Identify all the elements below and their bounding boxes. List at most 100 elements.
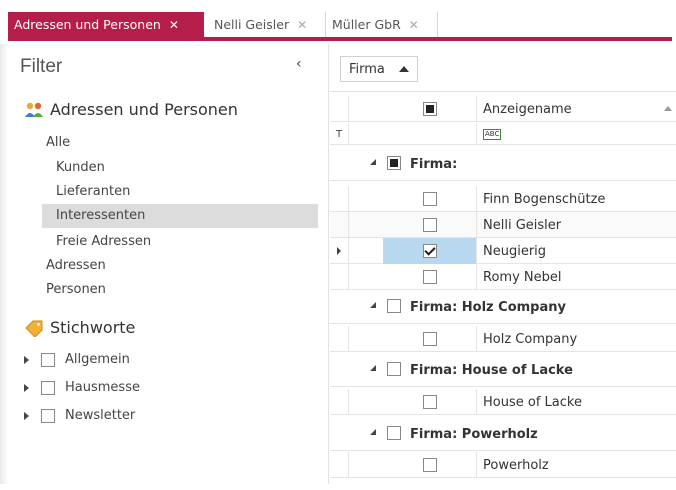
collapse-panel-icon[interactable]: ‹ bbox=[296, 56, 302, 72]
nav-item-interessenten[interactable]: Interessenten bbox=[42, 204, 318, 228]
checkbox[interactable] bbox=[41, 352, 55, 367]
row-name[interactable]: Finn Bogenschütze bbox=[477, 186, 676, 212]
row-name[interactable]: Nelli Geisler bbox=[477, 212, 676, 238]
keyword-label: Allgemein bbox=[65, 352, 130, 367]
keyword-newsletter[interactable]: Newsletter bbox=[24, 408, 135, 423]
tab-label: Müller GbR bbox=[332, 17, 401, 32]
nav-item-adressen[interactable]: Adressen bbox=[46, 254, 316, 278]
expand-icon[interactable] bbox=[24, 411, 29, 420]
filter-icon[interactable]: T bbox=[336, 129, 342, 140]
collapse-group-icon[interactable] bbox=[370, 429, 376, 435]
grid-header-row: Anzeigename bbox=[330, 96, 676, 122]
table-row[interactable]: Nelli Geisler bbox=[330, 212, 676, 238]
sort-ascending-icon bbox=[398, 66, 409, 72]
row-name[interactable]: House of Lacke bbox=[477, 389, 676, 415]
table-row[interactable]: Finn Bogenschütze bbox=[330, 186, 676, 212]
group-checkbox[interactable] bbox=[387, 362, 401, 376]
row-header-cell bbox=[330, 238, 349, 264]
expand-icon[interactable] bbox=[24, 383, 29, 392]
row-checkbox[interactable] bbox=[422, 395, 437, 409]
row-name[interactable]: Holz Company bbox=[477, 326, 676, 352]
select-all-cell[interactable] bbox=[383, 96, 477, 122]
close-icon[interactable]: ✕ bbox=[169, 18, 179, 32]
group-checkbox[interactable] bbox=[387, 156, 401, 170]
keyword-label: Hausmesse bbox=[65, 380, 140, 395]
keyword-allgemein[interactable]: Allgemein bbox=[24, 352, 130, 367]
row-checkbox[interactable] bbox=[422, 244, 437, 258]
checkbox[interactable] bbox=[41, 380, 55, 395]
group-row-house-of-lacke[interactable]: Firma: House of Lacke bbox=[330, 356, 676, 387]
collapse-group-icon[interactable] bbox=[370, 365, 376, 371]
row-header-cell bbox=[330, 186, 349, 212]
section-addresses-label: Adressen und Personen bbox=[50, 100, 238, 119]
row-checkbox-cell[interactable] bbox=[383, 264, 477, 290]
table-row[interactable]: Holz Company bbox=[330, 326, 676, 352]
row-header-cell bbox=[330, 326, 349, 352]
row-checkbox-cell[interactable] bbox=[383, 326, 477, 352]
table-row-selected[interactable]: Neugierig bbox=[330, 238, 676, 264]
column-header-anzeigename[interactable]: Anzeigename bbox=[477, 96, 676, 122]
group-row-powerholz[interactable]: Firma: Powerholz bbox=[330, 420, 676, 451]
filter-row-icon-cell: T bbox=[330, 123, 349, 145]
select-all-checkbox[interactable] bbox=[422, 102, 437, 116]
table-row[interactable]: Romy Nebel bbox=[330, 264, 676, 290]
section-keywords-label: Stichworte bbox=[50, 318, 136, 337]
grid-filter-row: T ABC bbox=[330, 123, 676, 145]
tab-nelli-geisler[interactable]: Nelli Geisler ✕ bbox=[208, 12, 326, 37]
collapse-group-icon[interactable] bbox=[370, 159, 376, 165]
row-header-cell bbox=[330, 452, 349, 478]
row-checkbox[interactable] bbox=[422, 458, 437, 472]
section-addresses-header: Adressen und Personen bbox=[24, 100, 238, 119]
nav-item-alle[interactable]: Alle bbox=[46, 131, 316, 155]
close-icon[interactable]: ✕ bbox=[409, 18, 419, 32]
row-checkbox-cell[interactable] bbox=[383, 389, 477, 415]
row-name[interactable]: Powerholz bbox=[477, 452, 676, 478]
group-label: Firma: Powerholz bbox=[410, 427, 538, 442]
row-checkbox-cell[interactable] bbox=[383, 186, 477, 212]
tab-label: Adressen und Personen bbox=[14, 17, 161, 32]
filter-title: Filter bbox=[20, 56, 63, 77]
table-row[interactable]: Powerholz bbox=[330, 452, 676, 478]
keyword-label: Newsletter bbox=[65, 408, 136, 423]
row-checkbox[interactable] bbox=[422, 218, 437, 232]
row-checkbox-cell[interactable] bbox=[383, 212, 477, 238]
table-row[interactable]: House of Lacke bbox=[330, 389, 676, 415]
current-row-indicator-icon bbox=[337, 247, 341, 255]
group-row-holz-company[interactable]: Firma: Holz Company bbox=[330, 293, 676, 324]
filter-cell[interactable] bbox=[383, 123, 477, 145]
group-row-firma[interactable]: Firma: bbox=[330, 150, 676, 181]
nav-item-personen[interactable]: Personen bbox=[46, 278, 316, 302]
group-by-bar: Firma bbox=[330, 44, 676, 92]
collapse-group-icon[interactable] bbox=[370, 302, 376, 308]
people-icon bbox=[24, 101, 44, 119]
text-filter-icon[interactable]: ABC bbox=[483, 128, 502, 140]
row-name[interactable]: Romy Nebel bbox=[477, 264, 676, 290]
data-grid: Firma Anzeigename T ABC Firma: Finn Boge… bbox=[330, 44, 676, 490]
row-header-cell bbox=[330, 389, 349, 415]
group-checkbox[interactable] bbox=[387, 299, 401, 313]
section-keywords-header: Stichworte bbox=[24, 318, 136, 338]
expand-icon[interactable] bbox=[24, 355, 29, 364]
group-chip-firma[interactable]: Firma bbox=[340, 56, 418, 82]
keyword-hausmesse[interactable]: Hausmesse bbox=[24, 380, 140, 395]
row-header-cell bbox=[330, 264, 349, 290]
nav-item-kunden[interactable]: Kunden bbox=[56, 156, 316, 180]
nav-item-freie-adressen[interactable]: Freie Adressen bbox=[56, 230, 316, 254]
row-header-cell bbox=[330, 212, 349, 238]
row-checkbox[interactable] bbox=[422, 270, 437, 284]
row-checkbox-cell[interactable] bbox=[383, 238, 477, 264]
close-icon[interactable]: ✕ bbox=[297, 18, 307, 32]
nav-item-lieferanten[interactable]: Lieferanten bbox=[56, 180, 316, 204]
tab-mueller-gbr[interactable]: Müller GbR ✕ bbox=[326, 12, 438, 37]
checkbox[interactable] bbox=[41, 408, 55, 423]
group-checkbox[interactable] bbox=[387, 426, 401, 440]
group-label: Firma: House of Lacke bbox=[410, 363, 573, 378]
row-checkbox[interactable] bbox=[422, 332, 437, 346]
row-checkbox-cell[interactable] bbox=[383, 452, 477, 478]
tab-adressen-und-personen[interactable]: Adressen und Personen ✕ bbox=[8, 12, 204, 41]
row-checkbox[interactable] bbox=[422, 192, 437, 206]
row-name[interactable]: Neugierig bbox=[477, 238, 676, 264]
group-chip-label: Firma bbox=[349, 61, 385, 77]
group-label: Firma: Holz Company bbox=[410, 300, 566, 315]
filter-cell-name[interactable]: ABC bbox=[477, 123, 676, 145]
